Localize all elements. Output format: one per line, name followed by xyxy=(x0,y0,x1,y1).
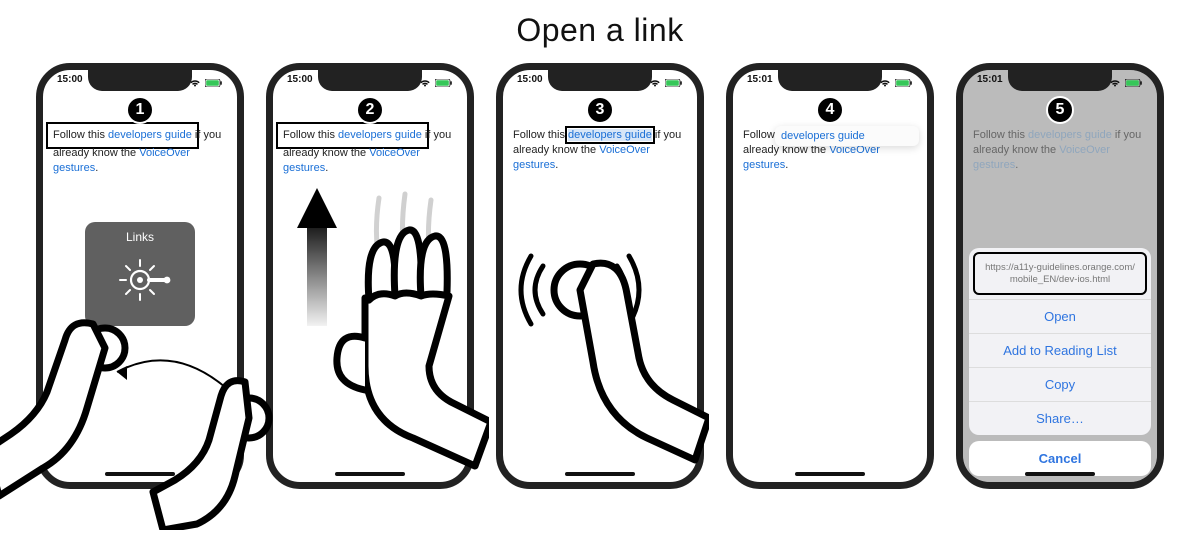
page-title: Open a link xyxy=(0,12,1200,49)
phone-step-4: 15:01 4 Follow this developers guide if … xyxy=(726,63,934,489)
phone-step-5: 15:01 5 Follow this developers guide if … xyxy=(956,63,1164,489)
action-open-button[interactable]: Open xyxy=(969,299,1151,333)
text-suffix: . xyxy=(1015,159,1018,171)
action-sheet: https://a11y-guidelines.orange.com/ mobi… xyxy=(969,248,1151,476)
status-time: 15:00 xyxy=(57,74,83,92)
text-prefix: Follow this xyxy=(283,129,338,141)
home-indicator xyxy=(335,472,405,476)
screen-text: Follow this developers guide if you alre… xyxy=(283,128,457,176)
notch xyxy=(1008,70,1112,91)
action-share-button[interactable]: Share… xyxy=(969,401,1151,435)
text-prefix: Follow this xyxy=(973,129,1028,141)
rotor-dial-icon xyxy=(97,248,183,312)
notch xyxy=(318,70,422,91)
action-add-reading-list-button[interactable]: Add to Reading List xyxy=(969,333,1151,367)
home-indicator xyxy=(105,472,175,476)
developers-guide-link[interactable]: developers guide xyxy=(568,129,652,141)
action-cancel-button[interactable]: Cancel xyxy=(969,441,1151,476)
developers-guide-link: developers guide xyxy=(1028,129,1112,141)
step-badge: 3 xyxy=(586,96,614,124)
home-indicator xyxy=(795,472,865,476)
text-suffix: . xyxy=(95,162,98,174)
developers-guide-link[interactable]: developers guide xyxy=(108,129,192,141)
action-sheet-url: https://a11y-guidelines.orange.com/ mobi… xyxy=(973,252,1147,295)
rotor-label: Links xyxy=(91,230,189,244)
status-time: 15:01 xyxy=(747,74,773,92)
phone-step-1: 15:00 1 Follow this developers guide xyxy=(36,63,244,489)
phone-step-3: 15:00 3 Follow this developers guide if … xyxy=(496,63,704,489)
phone-row: 15:00 1 Follow this developers guide xyxy=(0,63,1200,489)
text-suffix: . xyxy=(325,162,328,174)
status-time: 15:00 xyxy=(517,74,543,92)
step-badge: 4 xyxy=(816,96,844,124)
action-copy-button[interactable]: Copy xyxy=(969,367,1151,401)
home-indicator xyxy=(565,472,635,476)
status-time: 15:01 xyxy=(977,74,1003,92)
notch xyxy=(88,70,192,91)
text-prefix: Follow this xyxy=(513,129,568,141)
screen-text: Follow this developers guide if you alre… xyxy=(973,128,1147,173)
step-badge: 1 xyxy=(126,96,154,124)
home-indicator xyxy=(1025,472,1095,476)
step-badge: 5 xyxy=(1046,96,1074,124)
status-time: 15:00 xyxy=(287,74,313,92)
battery-icon xyxy=(665,79,683,87)
rotor-card: Links xyxy=(85,222,195,326)
action-sheet-group: https://a11y-guidelines.orange.com/ mobi… xyxy=(969,248,1151,435)
text-suffix: . xyxy=(785,159,788,171)
developers-guide-link[interactable]: developers guide xyxy=(338,129,422,141)
text-prefix: Follow this xyxy=(53,129,108,141)
battery-icon xyxy=(1125,79,1143,87)
phone-step-2: 15:00 2 Follow this developers guide if … xyxy=(266,63,474,489)
text-suffix: . xyxy=(555,159,558,171)
link-tooltip: developers guide xyxy=(775,126,919,146)
battery-icon xyxy=(895,79,913,87)
battery-icon xyxy=(435,79,453,87)
step-badge: 2 xyxy=(356,96,384,124)
screen-text: Follow this developers guide if you alre… xyxy=(513,128,687,173)
notch xyxy=(548,70,652,91)
screen-text: Follow this developers guide if you alre… xyxy=(53,128,227,176)
battery-icon xyxy=(205,79,223,87)
notch xyxy=(778,70,882,91)
